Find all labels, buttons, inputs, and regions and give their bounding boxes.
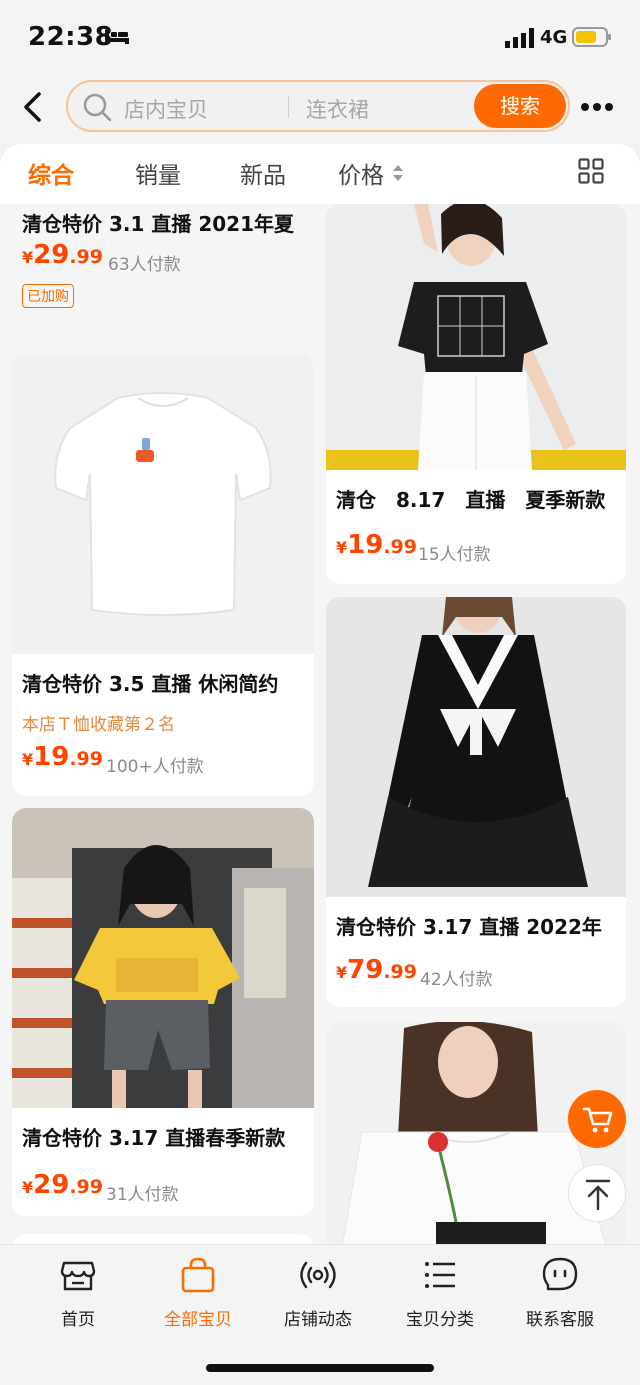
network-type: 4G (540, 27, 568, 48)
product-card[interactable]: 清仓特价 3.1 直播 2021年夏 ¥29.99 63人付款 已加购 (12, 204, 314, 334)
product-price: ¥29.99 (22, 1170, 103, 1200)
product-card[interactable]: 清仓特价 3.5 直播 休闲简约 本店Ｔ恤收藏第２名 ¥19.99 100+人付… (12, 354, 314, 796)
nav-item-categories[interactable]: 宝贝分类 (380, 1255, 500, 1335)
arrow-up-icon (585, 1179, 611, 1211)
product-card[interactable]: 清仓特价 3.17 直播 2022年 ¥79.99 42人付款 (326, 597, 626, 1007)
search-placeholder: 店内宝贝 (124, 98, 208, 122)
sold-count: 31人付款 (106, 1185, 179, 1205)
status-bar: 22:38 4G (0, 0, 640, 78)
search-divider (288, 96, 289, 118)
product-price: ¥19.99 (336, 530, 417, 560)
shopping-bag-icon (181, 1257, 215, 1293)
search-bar[interactable]: 店内宝贝 连衣裙 搜索 (66, 80, 570, 132)
product-image (12, 808, 314, 1108)
nav-label: 首页 (61, 1310, 95, 1330)
back-to-top-button[interactable] (568, 1164, 626, 1222)
home-indicator (206, 1364, 434, 1372)
added-to-cart-badge: 已加购 (22, 284, 74, 308)
product-title: 清仓特价 3.5 直播 休闲简约 (22, 672, 279, 696)
nav-item-all-items[interactable]: 全部宝贝 (138, 1255, 258, 1335)
battery-icon (572, 27, 611, 47)
nav-label: 全部宝贝 (164, 1310, 232, 1330)
nav-label: 宝贝分类 (406, 1310, 474, 1330)
product-card[interactable]: 清仓 8.17 直播 夏季新款 ¥19.99 15人付款 (326, 204, 626, 584)
signal-icon (505, 28, 534, 48)
broadcast-icon (300, 1261, 336, 1289)
product-feed: 清仓特价 3.1 直播 2021年夏 ¥29.99 63人付款 已加购 清仓 8… (0, 204, 640, 1244)
back-arrow-icon[interactable] (20, 90, 46, 124)
sold-count: 42人付款 (420, 970, 493, 990)
product-price: ¥19.99 (22, 742, 103, 772)
sort-tabs: 综合 销量 新品 价格 (0, 144, 640, 204)
product-image (12, 354, 314, 654)
search-suggestion[interactable]: 连衣裙 (306, 94, 369, 124)
more-icon[interactable] (580, 102, 614, 112)
search-button[interactable]: 搜索 (474, 84, 566, 128)
nav-label: 店铺动态 (284, 1310, 352, 1330)
product-title: 清仓特价 3.1 直播 2021年夏 (22, 212, 294, 236)
product-title: 清仓特价 3.17 直播春季新款 (22, 1126, 286, 1150)
chat-face-icon (542, 1257, 578, 1291)
header: 店内宝贝 连衣裙 搜索 (0, 78, 640, 144)
sold-count: 63人付款 (108, 255, 181, 275)
sort-arrows-icon (393, 165, 403, 181)
tab-comprehensive[interactable]: 综合 (28, 156, 74, 190)
nav-item-store-updates[interactable]: 店铺动态 (258, 1255, 378, 1335)
cart-button[interactable] (568, 1090, 626, 1148)
nav-label: 联系客服 (526, 1310, 594, 1330)
product-image (326, 597, 626, 897)
product-card[interactable] (12, 1234, 314, 1244)
product-tagline: 本店Ｔ恤收藏第２名 (22, 715, 175, 735)
sleep-mode-icon (105, 30, 129, 44)
list-icon (425, 1262, 455, 1288)
nav-item-home[interactable]: 首页 (18, 1255, 138, 1335)
tab-new[interactable]: 新品 (240, 156, 286, 190)
product-price: ¥79.99 (336, 955, 417, 985)
store-icon (60, 1261, 96, 1291)
sold-count: 15人付款 (418, 545, 491, 565)
product-title: 清仓特价 3.17 直播 2022年 (336, 915, 602, 939)
nav-item-customer-service[interactable]: 联系客服 (500, 1255, 620, 1335)
cart-icon (582, 1107, 613, 1133)
product-image (326, 204, 626, 470)
tab-sales[interactable]: 销量 (135, 156, 181, 190)
status-time: 22:38 (28, 22, 114, 52)
search-icon (83, 93, 112, 122)
sold-count: 100+人付款 (106, 757, 204, 777)
product-title: 清仓 8.17 直播 夏季新款 (336, 488, 606, 512)
grid-view-icon[interactable] (578, 158, 604, 184)
product-price: ¥29.99 (22, 240, 103, 270)
product-card[interactable]: 清仓特价 3.17 直播春季新款 ¥29.99 31人付款 (12, 808, 314, 1216)
tab-price[interactable]: 价格 (338, 156, 384, 190)
